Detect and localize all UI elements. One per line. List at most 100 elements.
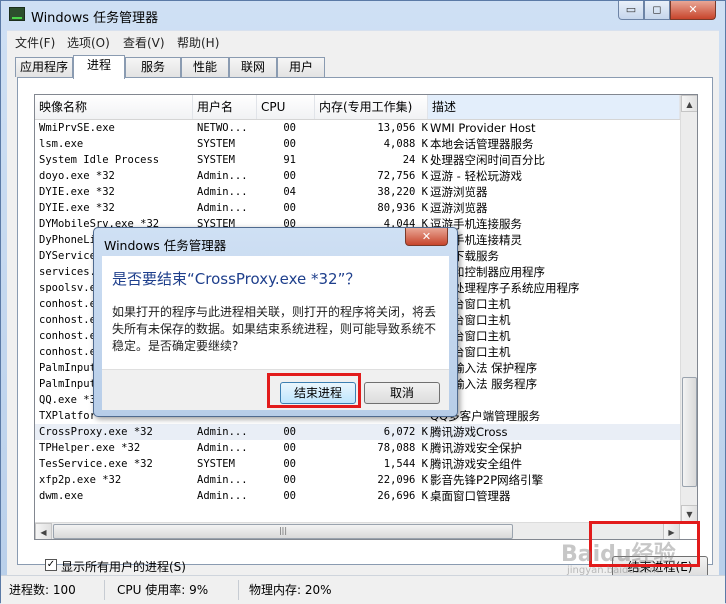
process-user: Admin...: [197, 474, 248, 486]
table-row[interactable]: WmiPrvSE.exe NETWO... 00 13,056 K WMI Provid…: [35, 120, 680, 136]
tab-services[interactable]: 服务: [125, 57, 181, 77]
process-memory: 38,220 K: [377, 186, 428, 198]
minimize-button[interactable]: ▭: [618, 1, 644, 20]
table-row[interactable]: TesService.exe *32 SYSTEM 00 1,544 K 腾讯游戏安全组…: [35, 456, 680, 472]
tab-processes[interactable]: 进程: [73, 55, 125, 79]
process-user: Admin...: [197, 186, 248, 198]
process-description: 逗游手机连接精灵: [430, 233, 522, 247]
table-row[interactable]: TPHelper.exe *32 Admin... 00 78,088 K 腾讯游戏安全…: [35, 440, 680, 456]
column-memory[interactable]: 内存(专用工作集): [315, 95, 428, 119]
process-user: SYSTEM: [197, 154, 235, 166]
task-manager-window: Windows 任务管理器 ▭ ◻ ✕ 文件(F) 选项(O) 查看(V) 帮助…: [0, 0, 726, 604]
dialog-cancel-button[interactable]: 取消: [364, 382, 440, 404]
process-user: SYSTEM: [197, 458, 235, 470]
process-memory: 6,072 K: [383, 426, 428, 438]
process-cpu: 00: [283, 442, 296, 454]
scroll-up-arrow-icon[interactable]: ▲: [681, 95, 697, 112]
process-memory: 78,088 K: [377, 442, 428, 454]
dialog-body: 是否要结束“CrossProxy.exe *32”？ 如果打开的程序与此进程相关…: [102, 256, 449, 369]
process-cpu: 00: [283, 426, 296, 438]
status-bar: 进程数: 100 CPU 使用率: 9% 物理内存: 20%: [1, 575, 725, 604]
table-row[interactable]: CrossProxy.exe *32 Admin... 00 6,072 K 腾讯游戏C…: [35, 424, 680, 440]
watermark-logo: Baidu经验: [561, 542, 676, 567]
process-name: System Idle Process: [39, 154, 160, 166]
process-name: DYIE.exe *32: [39, 186, 115, 198]
process-memory: 80,936 K: [377, 202, 428, 214]
process-description: 影音先锋P2P网络引擎: [430, 473, 544, 487]
process-description: QQ多客户端管理服务: [430, 409, 541, 423]
column-cpu[interactable]: CPU: [257, 95, 315, 119]
process-memory: 4,088 K: [383, 138, 428, 150]
vertical-scroll-thumb[interactable]: [682, 377, 697, 487]
menu-file[interactable]: 文件(F): [15, 34, 55, 51]
table-row[interactable]: DYIE.exe *32 Admin... 00 80,936 K 逗游浏览器: [35, 200, 680, 216]
show-all-users-label: 显示所有用户的进程(S): [61, 560, 186, 574]
close-button[interactable]: ✕: [670, 1, 716, 20]
process-name: CrossProxy.exe *32: [39, 426, 153, 438]
menu-view[interactable]: 查看(V): [123, 34, 165, 51]
process-description: 手心输入法 保护程序: [430, 361, 538, 375]
process-cpu: 00: [283, 138, 296, 150]
process-description: 手心输入法 服务程序: [430, 377, 538, 391]
horizontal-scroll-thumb[interactable]: |||: [53, 524, 513, 539]
title-bar[interactable]: Windows 任务管理器 ▭ ◻ ✕: [1, 1, 725, 29]
highlight-box-confirm: [267, 373, 361, 408]
process-name: DYIE.exe *32: [39, 202, 115, 214]
dialog-heading: 是否要结束“CrossProxy.exe *32”？: [112, 270, 361, 288]
table-row[interactable]: lsm.exe SYSTEM 00 4,088 K 本地会话管理器服务: [35, 136, 680, 152]
table-row[interactable]: doyo.exe *32 Admin... 00 72,756 K 逗游 - 轻松玩游戏: [35, 168, 680, 184]
process-description: 逗游手机连接服务: [430, 217, 522, 231]
process-description: 控制台窗口主机: [430, 345, 511, 359]
dialog-message: 如果打开的程序与此进程相关联，则打开的程序将关闭，将丢失所有未保存的数据。如果结…: [112, 305, 437, 353]
process-description: 控制台窗口主机: [430, 313, 511, 327]
table-row[interactable]: dwm.exe Admin... 00 26,696 K 桌面窗口管理器: [35, 488, 680, 504]
dialog-close-button[interactable]: ✕: [405, 228, 448, 246]
process-memory: 26,696 K: [377, 490, 428, 502]
checkbox-check-icon[interactable]: ✓: [45, 559, 57, 571]
table-row[interactable]: System Idle Process SYSTEM 91 24 K 处理器空闲时间百分…: [35, 152, 680, 168]
process-description: 逗游浏览器: [430, 201, 488, 215]
process-cpu: 04: [283, 186, 296, 198]
process-name: xfp2p.exe *32: [39, 474, 122, 486]
process-user: Admin...: [197, 202, 248, 214]
process-user: Admin...: [197, 490, 248, 502]
tab-users[interactable]: 用户: [277, 57, 325, 77]
tab-applications[interactable]: 应用程序: [15, 57, 73, 77]
process-cpu: 00: [283, 458, 296, 470]
menu-options[interactable]: 选项(O): [67, 34, 110, 51]
process-user: Admin...: [197, 442, 248, 454]
process-user: Admin...: [197, 170, 248, 182]
window-title: Windows 任务管理器: [31, 11, 159, 26]
process-description: 控制台窗口主机: [430, 297, 511, 311]
process-description: QQ: [430, 392, 680, 408]
process-memory: 13,056 K: [377, 122, 428, 134]
column-user-name[interactable]: 用户名: [193, 95, 257, 119]
status-physical-memory: 物理内存: 20%: [249, 583, 332, 597]
table-row[interactable]: xfp2p.exe *32 Admin... 00 22,096 K 影音先锋P2P网络…: [35, 472, 680, 488]
process-description: 服务和控制器应用程序: [430, 265, 545, 279]
process-cpu: 00: [283, 202, 296, 214]
process-memory: 22,096 K: [377, 474, 428, 486]
process-description: 腾讯游戏安全组件: [430, 457, 522, 471]
menu-help[interactable]: 帮助(H): [177, 34, 219, 51]
process-description: 逗游 - 轻松玩游戏: [430, 169, 522, 183]
process-name: TesService.exe *32: [39, 458, 153, 470]
process-description: 逗游浏览器: [430, 185, 488, 199]
vertical-scrollbar[interactable]: ▲ ▼: [680, 95, 697, 522]
process-name: TPHelper.exe *32: [39, 442, 141, 454]
process-user: SYSTEM: [197, 138, 235, 150]
process-name: WmiPrvSE.exe: [39, 122, 115, 134]
scroll-left-arrow-icon[interactable]: ◀: [35, 523, 52, 539]
process-cpu: 91: [283, 154, 296, 166]
tab-networking[interactable]: 联网: [229, 57, 277, 77]
scroll-down-arrow-icon[interactable]: ▼: [681, 505, 697, 522]
maximize-button[interactable]: ◻: [644, 1, 670, 20]
menu-bar: 文件(F) 选项(O) 查看(V) 帮助(H): [7, 30, 719, 53]
column-description[interactable]: 描述: [428, 95, 680, 119]
process-description: 腾讯游戏安全保护: [430, 441, 522, 455]
column-image-name[interactable]: 映像名称: [35, 95, 193, 119]
process-description: WMI Provider Host: [430, 121, 536, 135]
status-process-count: 进程数: 100: [5, 580, 105, 600]
tab-performance[interactable]: 性能: [181, 57, 229, 77]
table-row[interactable]: DYIE.exe *32 Admin... 04 38,220 K 逗游浏览器: [35, 184, 680, 200]
